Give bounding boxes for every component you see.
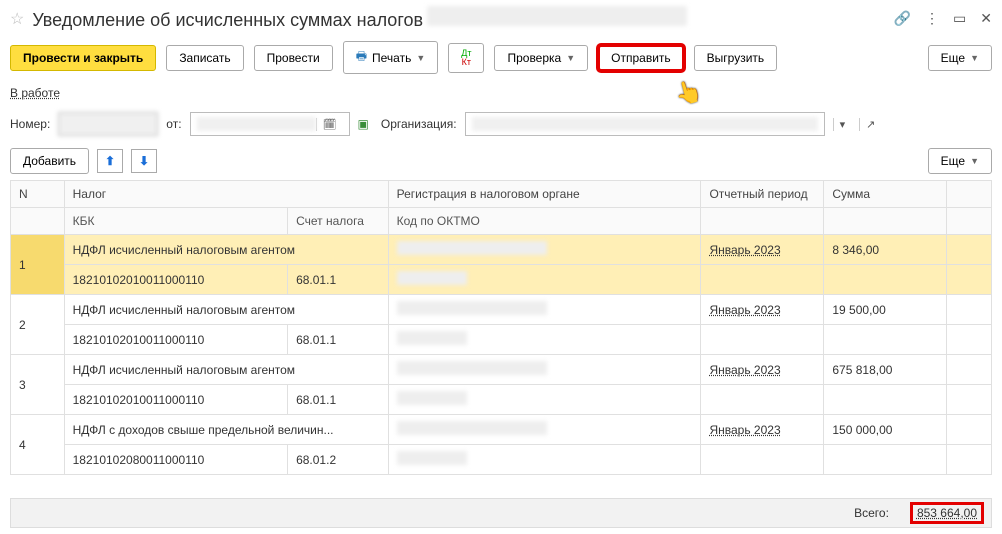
- row-tax: НДФЛ с доходов свыше предельной величин.…: [64, 415, 388, 445]
- move-up-button[interactable]: ⬆: [97, 149, 123, 173]
- chevron-down-icon: ▼: [566, 53, 575, 63]
- row-sum: 8 346,00: [824, 235, 947, 265]
- export-button[interactable]: Выгрузить: [694, 45, 778, 71]
- row-sum: 19 500,00: [824, 295, 947, 325]
- org-icon: ▣: [358, 117, 373, 131]
- row-acc: 68.01.2: [288, 445, 389, 475]
- row-reg: [388, 235, 701, 265]
- total-label: Всего:: [854, 506, 889, 520]
- link-icon[interactable]: 🔗: [894, 10, 911, 27]
- table-row-sub[interactable]: 18210102080011000110 68.01.2: [11, 445, 992, 475]
- number-label: Номер:: [10, 117, 50, 131]
- row-n: 3: [11, 355, 65, 415]
- table-row[interactable]: 1 НДФЛ исчисленный налоговым агентом Янв…: [11, 235, 992, 265]
- col-kbk-header: КБК: [64, 208, 287, 235]
- row-period[interactable]: Январь 2023: [701, 235, 824, 265]
- printer-icon: 🖶: [356, 47, 367, 68]
- window-restore-icon[interactable]: ▭: [953, 10, 966, 27]
- row-oktmo: [388, 265, 701, 295]
- col-tax-header: Налог: [64, 181, 388, 208]
- row-sum: 150 000,00: [824, 415, 947, 445]
- move-down-button[interactable]: ⬇: [131, 149, 157, 173]
- total-value: 853 664,00: [913, 505, 981, 521]
- more-menu-icon[interactable]: ⋮: [925, 10, 939, 27]
- more-button[interactable]: Еще▼: [928, 45, 992, 71]
- status-link[interactable]: В работе: [10, 86, 60, 100]
- row-period[interactable]: Январь 2023: [701, 295, 824, 325]
- table-row-sub[interactable]: 18210102010011000110 68.01.1: [11, 265, 992, 295]
- page-title: Уведомление об исчисленных суммах налого…: [32, 6, 885, 31]
- chevron-down-icon: ▼: [416, 53, 425, 63]
- row-reg: [388, 415, 701, 445]
- print-button[interactable]: 🖶 Печать▼: [343, 41, 439, 74]
- row-tax: НДФЛ исчисленный налоговым агентом: [64, 355, 388, 385]
- col-acc-header: Счет налога: [288, 208, 389, 235]
- table-row-sub[interactable]: 18210102010011000110 68.01.1: [11, 325, 992, 355]
- row-kbk: 18210102080011000110: [64, 445, 287, 475]
- table-row-sub[interactable]: 18210102010011000110 68.01.1: [11, 385, 992, 415]
- row-reg: [388, 355, 701, 385]
- col-sum-header: Сумма: [824, 181, 947, 208]
- table-more-button[interactable]: Еще▼: [928, 148, 992, 174]
- org-input[interactable]: [465, 112, 825, 136]
- col-reg-header: Регистрация в налоговом органе: [388, 181, 701, 208]
- table-row[interactable]: 4 НДФЛ с доходов свыше предельной величи…: [11, 415, 992, 445]
- row-kbk: 18210102010011000110: [64, 265, 287, 295]
- row-oktmo: [388, 445, 701, 475]
- row-kbk: 18210102010011000110: [64, 325, 287, 355]
- row-oktmo: [388, 385, 701, 415]
- send-button[interactable]: Отправить: [598, 45, 684, 71]
- col-period-header: Отчетный период: [701, 181, 824, 208]
- row-acc: 68.01.1: [288, 325, 389, 355]
- row-n: 1: [11, 235, 65, 295]
- open-external-icon[interactable]: ↗: [859, 118, 881, 131]
- col-oktmo-header: Код по ОКТМО: [388, 208, 701, 235]
- chevron-down-icon: ▼: [970, 53, 979, 63]
- calendar-icon[interactable]: 🗓: [316, 118, 343, 131]
- check-button[interactable]: Проверка▼: [494, 45, 588, 71]
- tax-table: N Налог Регистрация в налоговом органе О…: [10, 180, 992, 475]
- post-and-close-button[interactable]: Провести и закрыть: [10, 45, 156, 71]
- from-label: от:: [166, 117, 181, 131]
- row-tax: НДФЛ исчисленный налоговым агентом: [64, 295, 388, 325]
- col-n-header: N: [11, 181, 65, 208]
- date-input[interactable]: 🗓: [190, 112, 350, 136]
- row-acc: 68.01.1: [288, 385, 389, 415]
- save-button[interactable]: Записать: [166, 45, 243, 71]
- number-input[interactable]: [58, 112, 158, 136]
- row-n: 4: [11, 415, 65, 475]
- add-button[interactable]: Добавить: [10, 148, 89, 174]
- dtkt-icon: ДтКт: [461, 49, 471, 67]
- row-period[interactable]: Январь 2023: [701, 355, 824, 385]
- row-acc: 68.01.1: [288, 265, 389, 295]
- row-sum: 675 818,00: [824, 355, 947, 385]
- dtkt-button[interactable]: ДтКт: [448, 43, 484, 73]
- row-tax: НДФЛ исчисленный налоговым агентом: [64, 235, 388, 265]
- favorite-star-icon[interactable]: ☆: [10, 9, 24, 29]
- org-label: Организация:: [381, 117, 457, 131]
- table-row[interactable]: 3 НДФЛ исчисленный налоговым агентом Янв…: [11, 355, 992, 385]
- close-icon[interactable]: ✕: [980, 10, 992, 27]
- post-button[interactable]: Провести: [254, 45, 333, 71]
- row-n: 2: [11, 295, 65, 355]
- footer: Всего: 853 664,00: [10, 498, 992, 528]
- chevron-down-icon[interactable]: ▾: [833, 118, 852, 131]
- row-reg: [388, 295, 701, 325]
- chevron-down-icon: ▼: [970, 156, 979, 166]
- table-row[interactable]: 2 НДФЛ исчисленный налоговым агентом Янв…: [11, 295, 992, 325]
- row-period[interactable]: Январь 2023: [701, 415, 824, 445]
- row-kbk: 18210102010011000110: [64, 385, 287, 415]
- row-oktmo: [388, 325, 701, 355]
